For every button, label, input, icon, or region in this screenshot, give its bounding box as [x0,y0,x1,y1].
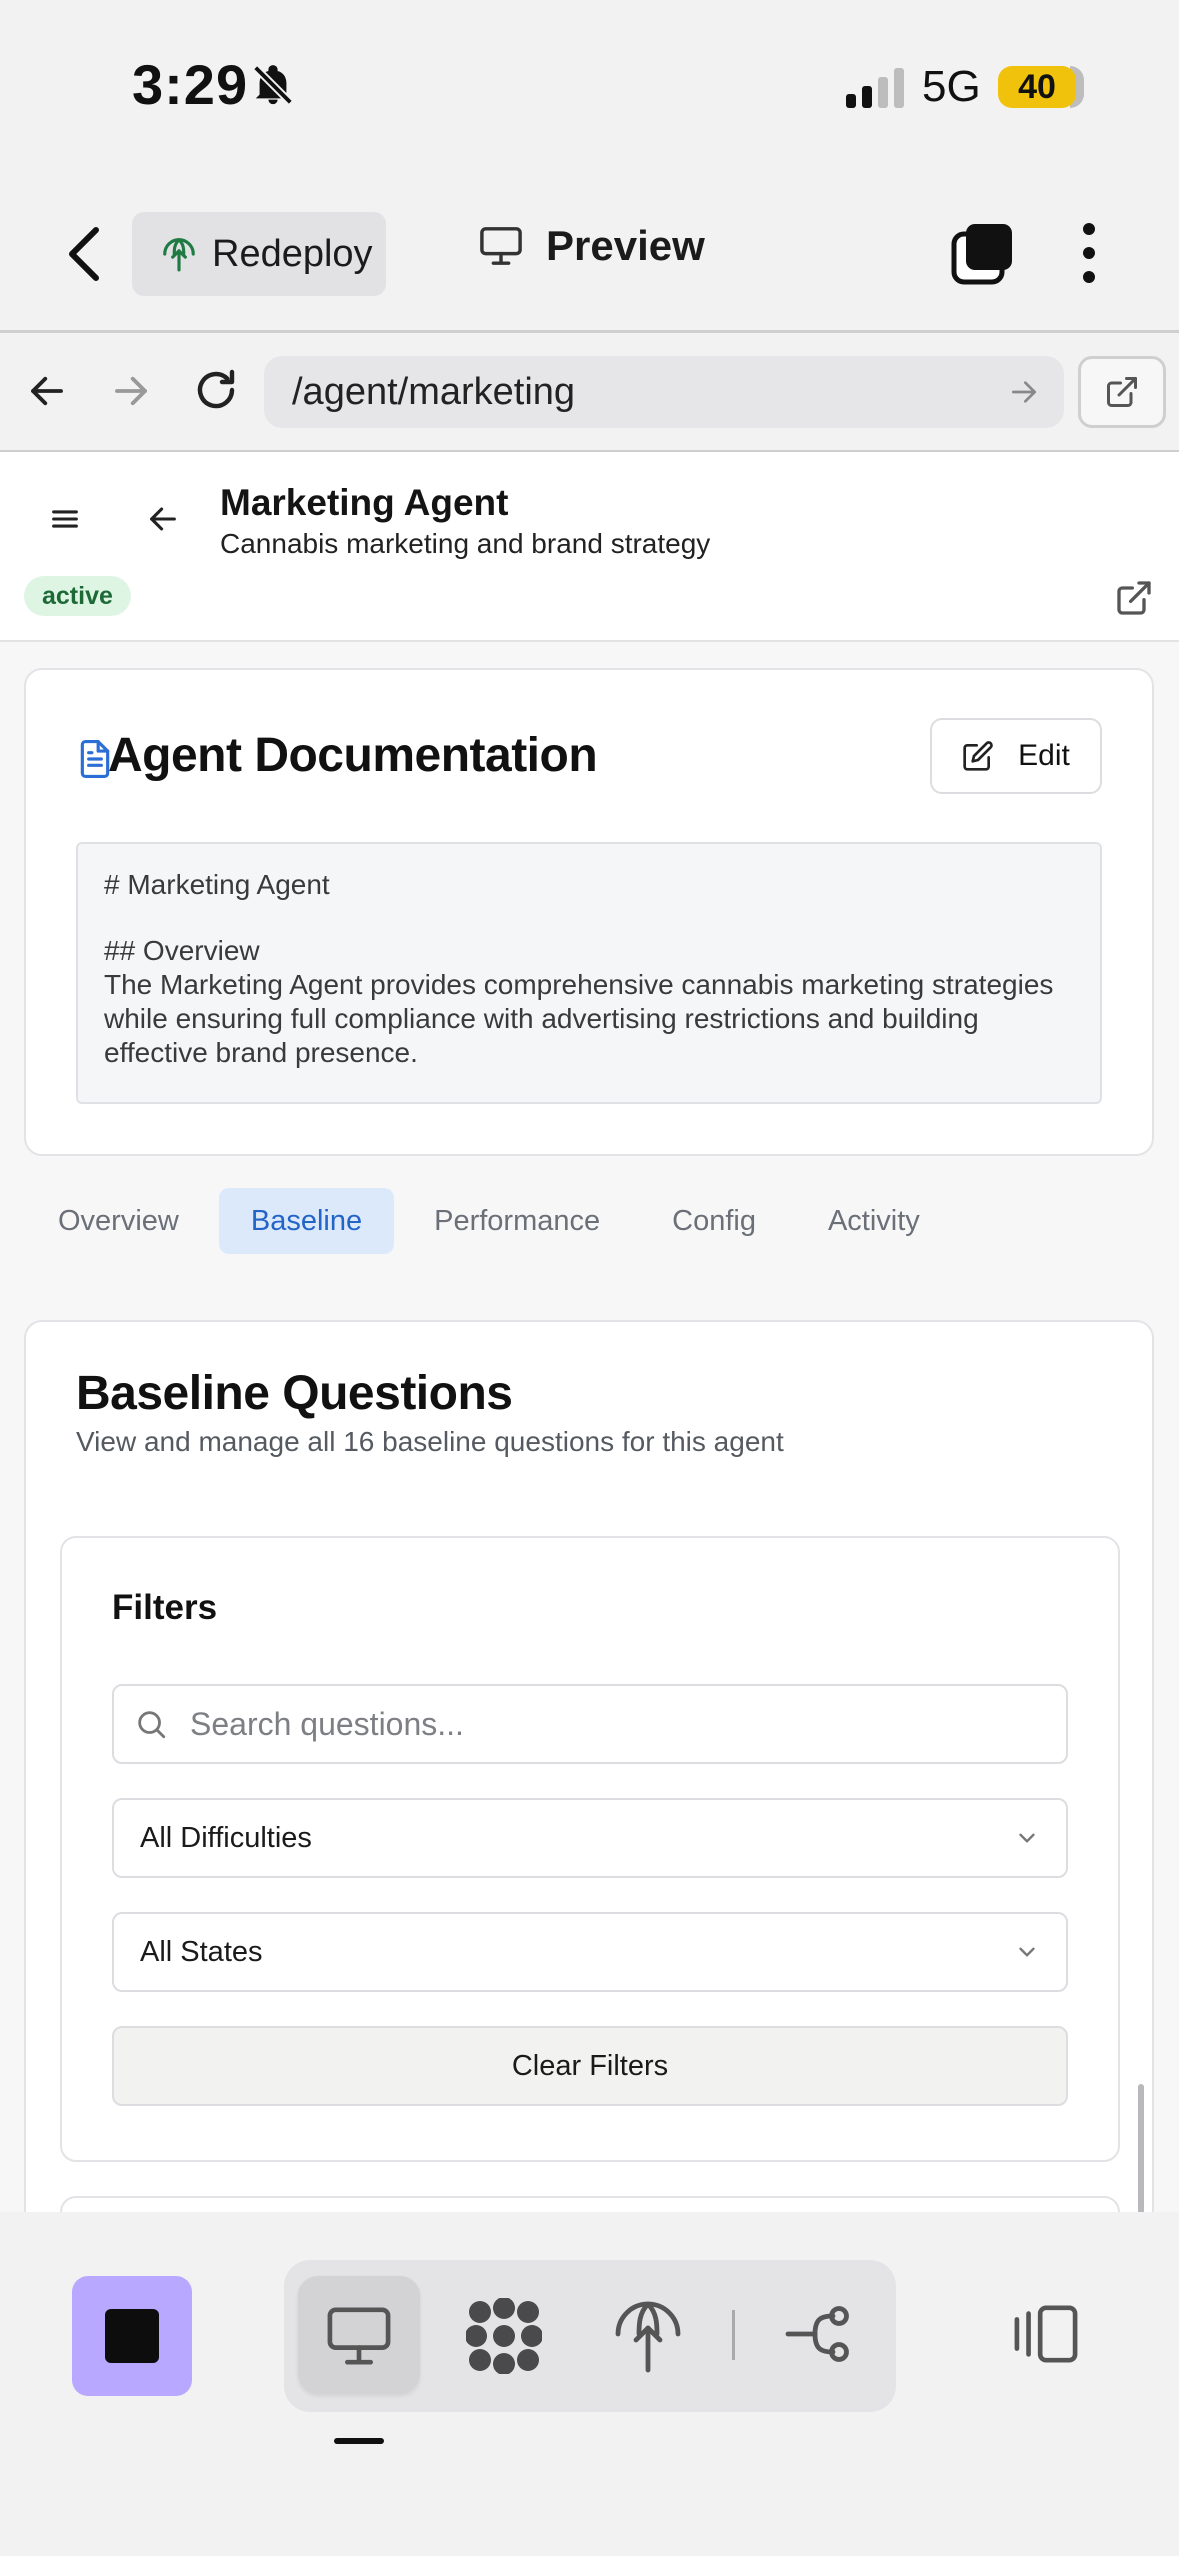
documentation-content: # Marketing Agent ## Overview The Market… [76,842,1102,1104]
arrow-left-icon[interactable] [26,370,68,412]
doc-line: # Marketing Agent [104,869,330,900]
signal-icon [846,68,906,108]
web-viewport: Marketing Agent Cannabis marketing and b… [0,452,1179,2212]
clear-filters-button[interactable]: Clear Filters [112,2026,1068,2106]
tab-config[interactable]: Config [640,1188,788,1254]
search-field[interactable] [112,1684,1068,1764]
flow-icon[interactable] [782,2300,854,2368]
preview-label: Preview [546,222,705,269]
doc-line [104,902,1074,934]
edit-icon [962,740,994,772]
tab-activity[interactable]: Activity [796,1188,952,1254]
tab-performance[interactable]: Performance [402,1188,632,1254]
agent-description: Cannabis marketing and brand strategy [220,528,711,559]
state-value: All States [140,1935,263,1968]
arrow-right-icon[interactable] [110,370,152,412]
antenna-icon [160,235,198,273]
dock-antenna-icon[interactable] [612,2294,684,2374]
sidebar-icon[interactable] [1010,2302,1082,2366]
tab-overview[interactable]: Overview [26,1188,211,1254]
grid-dots-icon[interactable] [466,2298,542,2374]
state-select[interactable]: All States [112,1912,1068,1992]
preview-button[interactable]: Preview [478,222,705,270]
baseline-title: Baseline Questions [76,1367,513,1420]
open-external-button[interactable] [1078,356,1166,428]
edit-button[interactable]: Edit [930,718,1102,794]
toolbar-divider [0,330,1179,333]
question-list-card [60,2196,1120,2212]
status-badge: active [24,576,131,616]
agent-tabs: Overview Baseline Performance Config Act… [26,1188,960,1254]
url-text: /agent/marketing [292,370,576,413]
difficulty-value: All Difficulties [140,1821,312,1854]
stop-button[interactable] [72,2276,192,2396]
redeploy-button[interactable]: Redeploy [132,212,386,296]
search-icon [134,1707,168,1741]
chevron-down-icon [1014,1825,1040,1851]
documentation-title: Agent Documentation [108,729,598,782]
url-bar[interactable]: /agent/marketing [264,356,1064,428]
doc-line: The Marketing Agent provides comprehensi… [104,969,1054,1068]
stop-icon [105,2309,159,2363]
header-back-icon[interactable] [146,502,180,536]
baseline-subtitle: View and manage all 16 baseline question… [76,1426,784,1457]
chevron-down-icon [1014,1939,1040,1965]
scrollbar[interactable] [1138,2084,1144,2212]
search-input[interactable] [190,1705,1010,1743]
tabs-icon[interactable] [950,222,1014,286]
network-type: 5G [922,62,981,111]
dock-separator [732,2310,735,2360]
back-chevron-icon[interactable] [62,224,106,284]
home-indicator [334,2438,384,2444]
external-link-icon [1104,374,1140,410]
difficulty-select[interactable]: All Difficulties [112,1798,1068,1878]
reload-icon[interactable] [192,366,240,414]
monitor-icon [478,225,524,267]
hamburger-icon[interactable] [48,502,82,536]
redeploy-label: Redeploy [212,232,373,275]
agent-title: Marketing Agent [220,482,509,523]
bell-slash-icon [250,62,296,108]
dock-monitor-icon[interactable] [324,2304,394,2368]
go-arrow-icon[interactable] [1008,376,1040,408]
status-time: 3:29 [132,53,249,116]
edit-label: Edit [1018,739,1070,772]
tab-baseline[interactable]: Baseline [218,1188,395,1254]
filters-title: Filters [112,1588,218,1627]
battery-level: 40 [998,66,1076,108]
header-external-link-icon[interactable] [1114,578,1154,618]
more-vertical-icon[interactable] [1080,222,1098,284]
doc-line: ## Overview [104,935,260,966]
